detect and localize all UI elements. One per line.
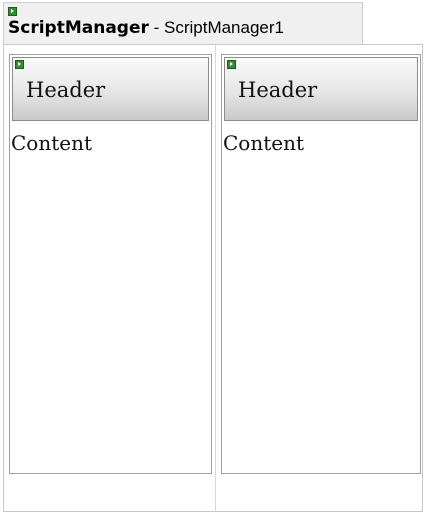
script-manager-separator: - — [148, 18, 164, 37]
panel-header[interactable]: Header — [12, 57, 209, 121]
script-manager-label: ScriptManager - ScriptManager1 — [8, 18, 284, 38]
smart-tag-icon[interactable] — [15, 60, 24, 69]
panel-header-title: Header — [26, 78, 106, 102]
smart-tag-icon[interactable] — [227, 60, 236, 69]
panel-left[interactable]: Header Content — [9, 54, 212, 474]
panel-content-text: Content — [11, 131, 93, 155]
script-manager-type: ScriptManager — [8, 18, 149, 38]
panel-content-text: Content — [223, 131, 305, 155]
script-manager-id: ScriptManager1 — [163, 18, 284, 37]
smart-tag-icon[interactable] — [8, 7, 17, 16]
panel-header-title: Header — [238, 78, 318, 102]
panel-right[interactable]: Header Content — [221, 54, 421, 474]
panel-header[interactable]: Header — [224, 57, 418, 121]
script-manager-control[interactable]: ScriptManager - ScriptManager1 — [3, 2, 363, 45]
zone-divider — [215, 45, 216, 511]
